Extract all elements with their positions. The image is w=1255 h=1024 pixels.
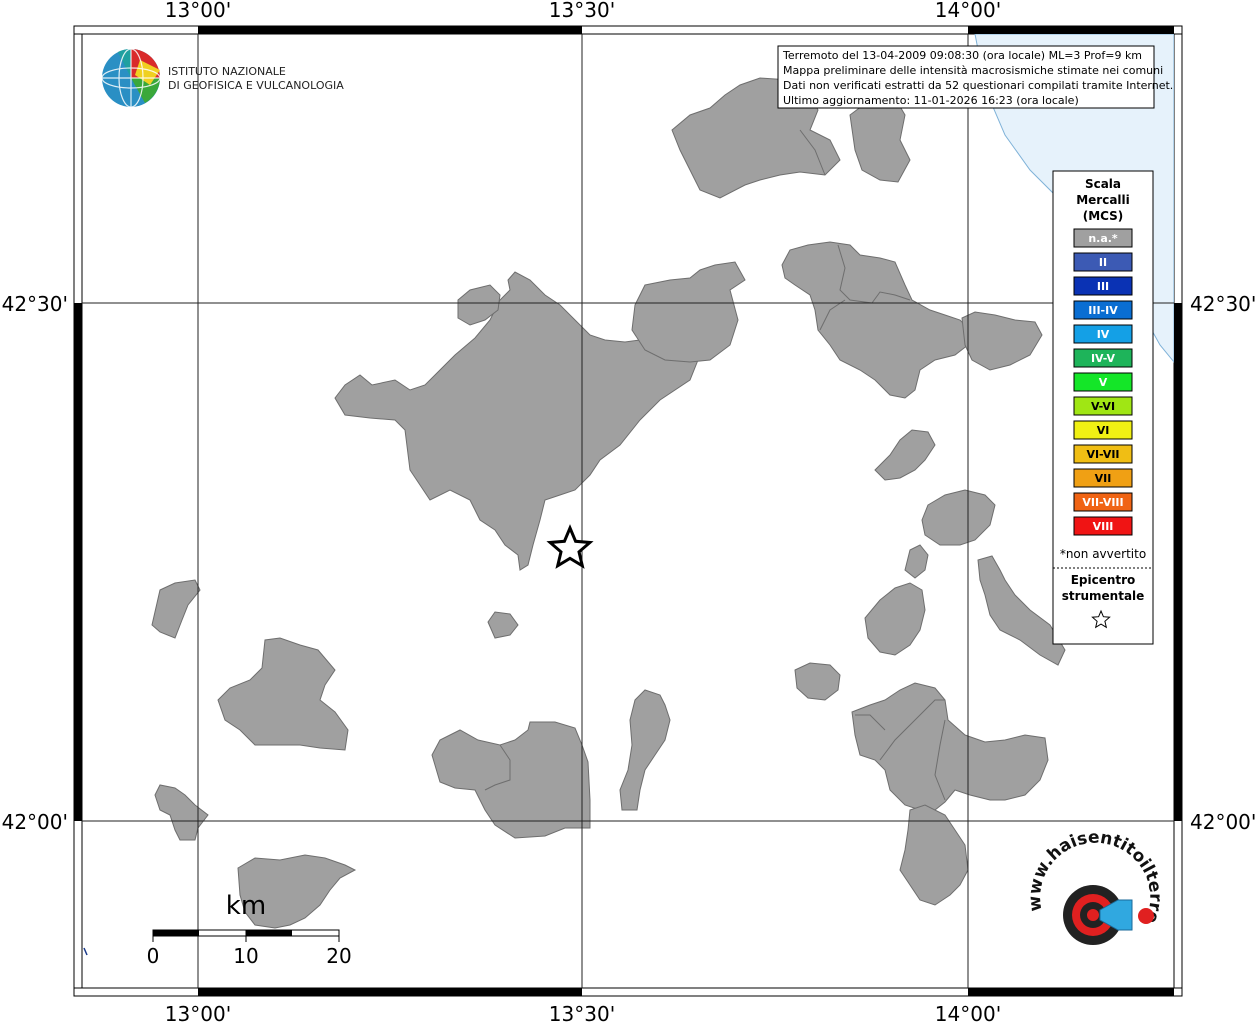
legend-epicenter-line: Epicentro [1071, 573, 1136, 587]
lat-labels-right: 42°30' 42°00' [1190, 292, 1255, 834]
mcs-legend: Scala Mercalli (MCS) n.a.*IIIIIIII-IVIVI… [1052, 170, 1154, 645]
lon-labels-bottom: 13°00' 13°30' 14°00' [165, 1002, 1001, 1024]
info-badge-icon [1138, 908, 1154, 924]
legend-swatch-label: VII-VIII [1082, 496, 1123, 509]
legend-swatch-label: n.a.* [1088, 232, 1118, 245]
legend-swatch-label: IV-V [1091, 352, 1116, 365]
legend-title-line: (MCS) [1083, 209, 1124, 223]
info-line-event: Terremoto del 13-04-2009 09:08:30 (ora l… [782, 49, 1142, 62]
legend-swatch-label: II [1099, 256, 1107, 269]
scale-label: 10 [233, 944, 258, 968]
lon-label: 13°30' [549, 1002, 615, 1024]
lat-label: 42°00' [1190, 810, 1255, 834]
lon-label: 14°00' [935, 1002, 1001, 1024]
legend-epicenter-line: strumentale [1062, 589, 1145, 603]
lon-label: 13°00' [165, 1002, 231, 1024]
ingv-name-line2: DI GEOFISICA E VULCANOLOGIA [168, 79, 344, 92]
legend-swatch-label: III-IV [1088, 304, 1118, 317]
info-line-map: Mappa preliminare delle intensità macros… [783, 64, 1163, 77]
lon-label: 14°00' [935, 0, 1001, 22]
map-outer-frame [73, 25, 1183, 997]
legend-swatch-label: VII [1095, 472, 1112, 485]
legend-swatch-label: V [1099, 376, 1108, 389]
info-line-data: Dati non verificati estratti da 52 quest… [783, 79, 1173, 92]
info-line-update: Ultimo aggiornamento: 11-01-2026 16:23 (… [783, 94, 1079, 107]
lon-labels-top: 13°00' 13°30' 14°00' [165, 0, 1001, 22]
legend-swatch-label: IV [1097, 328, 1110, 341]
lon-label: 13°00' [165, 0, 231, 22]
legend-title-line: Scala [1085, 177, 1121, 191]
legend-swatch-label: VIII [1093, 520, 1114, 533]
scale-label: 20 [326, 944, 351, 968]
legend-swatch-label: V-VI [1091, 400, 1115, 413]
legend-swatch-label: III [1097, 280, 1109, 293]
scale-label: 0 [147, 944, 160, 968]
lon-label: 13°30' [549, 0, 615, 22]
macroseismic-map: 13°00' 13°30' 14°00' 13°00' 13°30' 14°00… [0, 0, 1255, 1024]
lat-label: 42°00' [2, 810, 68, 834]
lat-labels-left: 42°30' 42°00' [2, 292, 68, 834]
info-box: Terremoto del 13-04-2009 09:08:30 (ora l… [777, 45, 1173, 109]
ingv-name-line1: ISTITUTO NAZIONALE [168, 65, 286, 78]
legend-swatch-label: VI-VII [1086, 448, 1119, 461]
lat-label: 42°30' [1190, 292, 1255, 316]
scale-unit: km [226, 891, 266, 921]
lat-label: 42°30' [2, 292, 68, 316]
legend-title-line: Mercalli [1076, 193, 1130, 207]
legend-note: *non avvertito [1060, 547, 1146, 561]
legend-swatch-label: VI [1097, 424, 1110, 437]
